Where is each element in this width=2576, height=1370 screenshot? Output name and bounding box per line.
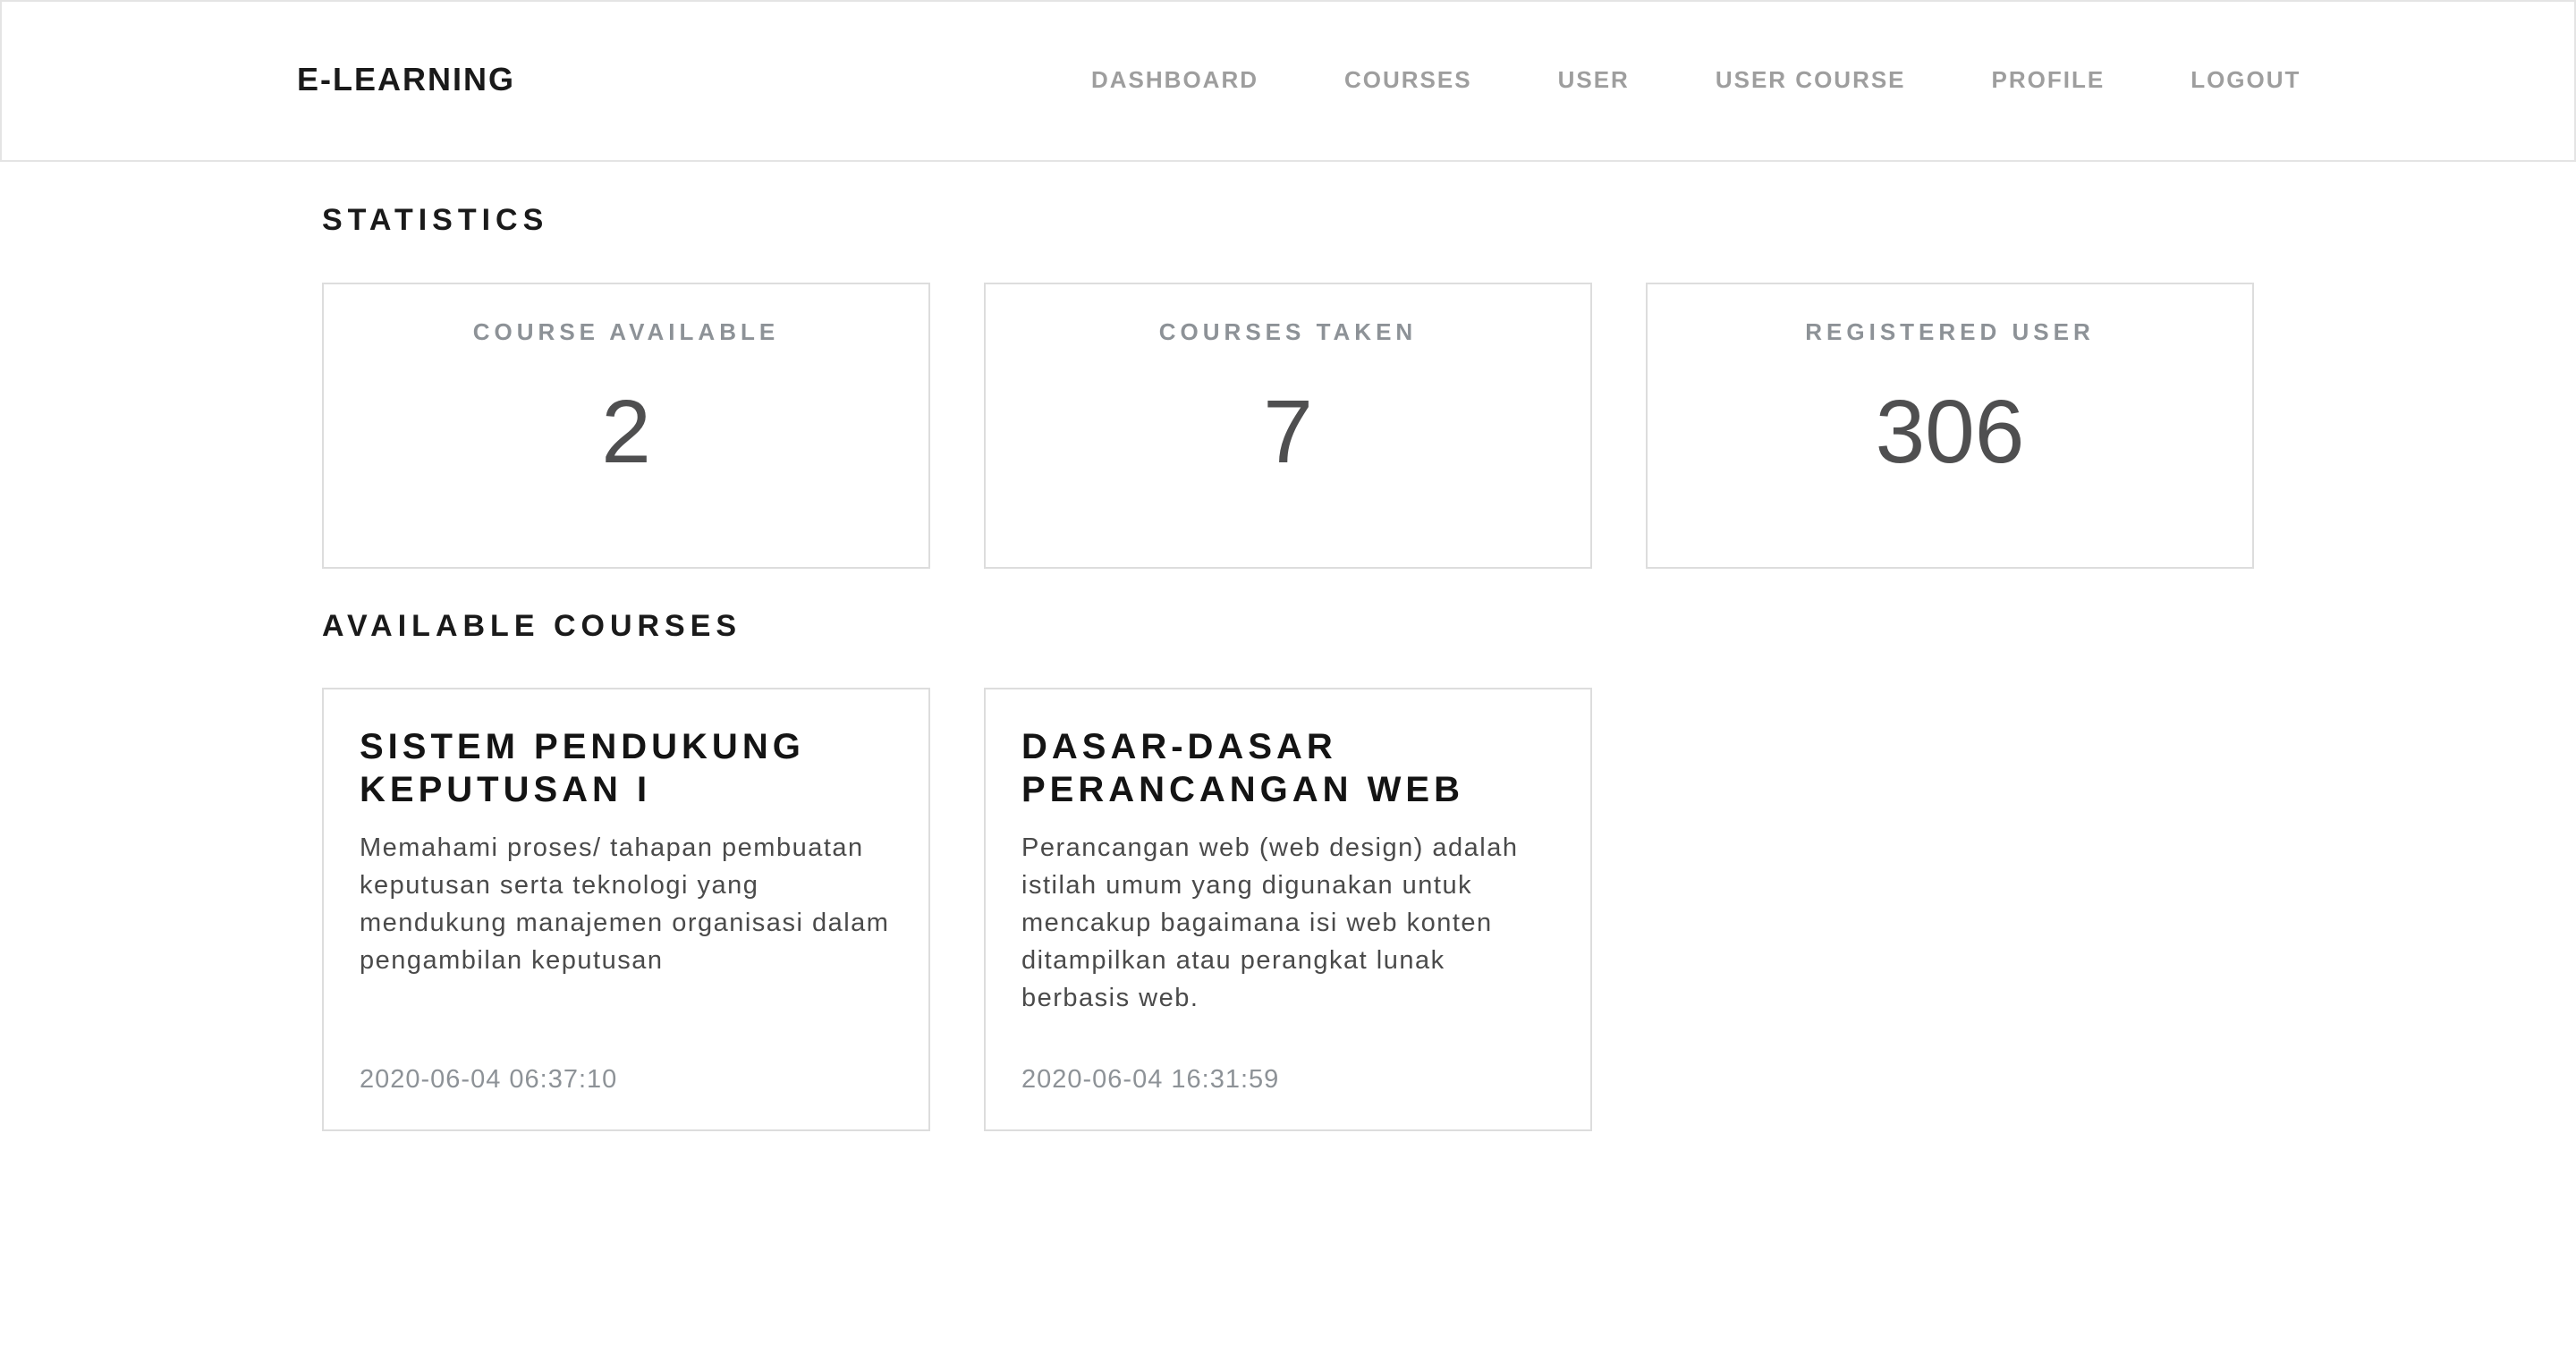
statistics-cards: COURSE AVAILABLE 2 COURSES TAKEN 7 REGIS… xyxy=(322,283,2254,569)
stat-card-course-available: COURSE AVAILABLE 2 xyxy=(322,283,930,569)
stat-label: COURSE AVAILABLE xyxy=(472,318,780,345)
main-nav: DASHBOARD COURSES USER USER COURSE PROFI… xyxy=(1091,66,2301,94)
course-card[interactable]: DASAR-DASAR PERANCANGAN WEB Perancangan … xyxy=(984,688,1592,1131)
course-title[interactable]: DASAR-DASAR PERANCANGAN WEB xyxy=(1021,725,1555,811)
nav-item-dashboard: DASHBOARD xyxy=(1091,66,1258,94)
course-list: SISTEM PENDUKUNG KEPUTUSAN I Memahami pr… xyxy=(322,688,1592,1131)
course-description: Memahami proses/ tahapan pembuatan keput… xyxy=(360,833,890,975)
stat-label: COURSES TAKEN xyxy=(1158,318,1418,345)
statistics-heading: STATISTICS xyxy=(322,203,549,237)
stat-card-courses-taken: COURSES TAKEN 7 xyxy=(984,283,1592,569)
nav-item-courses: COURSES xyxy=(1344,66,1472,94)
nav-item-profile: PROFILE xyxy=(1992,66,2106,94)
stat-card-registered-user: REGISTERED USER 306 xyxy=(1646,283,2254,569)
nav-link-dashboard[interactable]: DASHBOARD xyxy=(1091,66,1258,94)
course-card[interactable]: SISTEM PENDUKUNG KEPUTUSAN I Memahami pr… xyxy=(322,688,930,1131)
stat-value: 7 xyxy=(1263,382,1313,482)
course-date: 2020-06-04 16:31:59 xyxy=(1021,1065,1280,1094)
nav-link-courses[interactable]: COURSES xyxy=(1344,66,1472,94)
brand-logo[interactable]: E-LEARNING xyxy=(297,61,515,98)
course-title[interactable]: SISTEM PENDUKUNG KEPUTUSAN I xyxy=(360,725,893,811)
nav-link-user[interactable]: USER xyxy=(1558,66,1630,94)
stat-label: REGISTERED USER xyxy=(1805,318,2095,345)
top-navbar: E-LEARNING DASHBOARD COURSES USER USER C… xyxy=(0,0,2576,162)
course-date: 2020-06-04 06:37:10 xyxy=(360,1065,618,1094)
stat-value: 306 xyxy=(1875,382,2025,482)
course-description: Perancangan web (web design) adalah isti… xyxy=(1021,833,1519,1012)
nav-link-logout[interactable]: LOGOUT xyxy=(2190,66,2301,94)
available-courses-heading: AVAILABLE COURSES xyxy=(322,609,742,643)
nav-item-logout: LOGOUT xyxy=(2190,66,2301,94)
nav-item-user-course: USER COURSE xyxy=(1716,66,1906,94)
nav-item-user: USER xyxy=(1558,66,1630,94)
nav-link-user-course[interactable]: USER COURSE xyxy=(1716,66,1906,94)
nav-link-profile[interactable]: PROFILE xyxy=(1992,66,2106,94)
stat-value: 2 xyxy=(601,382,651,482)
